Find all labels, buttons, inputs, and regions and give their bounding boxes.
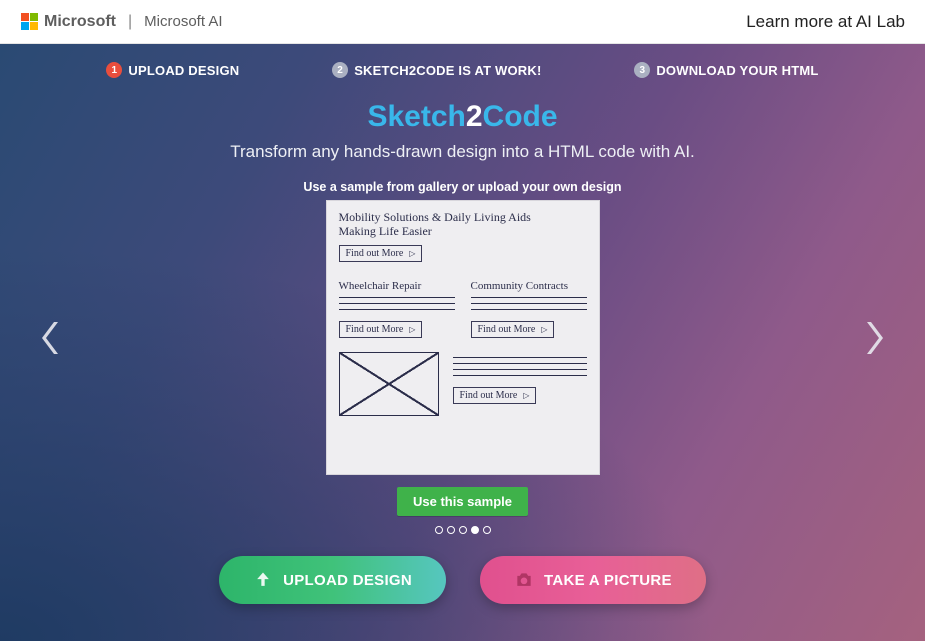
chevron-right-icon xyxy=(859,320,887,356)
carousel-next-button[interactable] xyxy=(859,320,887,356)
carousel-dot[interactable] xyxy=(435,526,443,534)
action-buttons: UPLOAD DESIGN TAKE A PICTURE xyxy=(0,556,925,604)
sketch-col2-heading: Community Contracts xyxy=(471,280,587,292)
upload-icon xyxy=(253,570,273,590)
hero-section: 1 UPLOAD DESIGN 2 SKETCH2CODE IS AT WORK… xyxy=(0,44,925,641)
chevron-left-icon xyxy=(38,320,66,356)
sketch-heading-line2: Making Life Easier xyxy=(339,225,587,239)
step-upload[interactable]: 1 UPLOAD DESIGN xyxy=(106,62,239,78)
step-label: DOWNLOAD YOUR HTML xyxy=(656,63,818,78)
sketch-cta-2: Find out More▷ xyxy=(339,321,423,338)
carousel-dot[interactable] xyxy=(447,526,455,534)
top-bar: Microsoft | Microsoft AI Learn more at A… xyxy=(0,0,925,44)
carousel-prev-button[interactable] xyxy=(38,320,66,356)
sketch-image-placeholder-icon xyxy=(339,352,439,416)
take-picture-button[interactable]: TAKE A PICTURE xyxy=(480,556,706,604)
carousel-dot[interactable] xyxy=(459,526,467,534)
title-part-3: Code xyxy=(483,100,558,133)
steps-row: 1 UPLOAD DESIGN 2 SKETCH2CODE IS AT WORK… xyxy=(0,44,925,86)
learn-more-link[interactable]: Learn more at AI Lab xyxy=(746,12,905,32)
subtitle: Transform any hands-drawn design into a … xyxy=(0,142,925,162)
step-download[interactable]: 3 DOWNLOAD YOUR HTML xyxy=(634,62,818,78)
carousel-dot[interactable] xyxy=(471,526,479,534)
sketch-cta-3: Find out More▷ xyxy=(471,321,555,338)
sketch-cta-1: Find out More▷ xyxy=(339,245,423,262)
sample-sketch-image[interactable]: Mobility Solutions & Daily Living Aids M… xyxy=(326,200,600,475)
camera-label: TAKE A PICTURE xyxy=(544,572,672,589)
step-working[interactable]: 2 SKETCH2CODE IS AT WORK! xyxy=(332,62,541,78)
carousel-dot[interactable] xyxy=(483,526,491,534)
microsoft-logo-icon xyxy=(20,13,38,31)
page-title: Sketch2Code xyxy=(0,100,925,134)
brand-subname[interactable]: Microsoft AI xyxy=(144,13,222,30)
upload-label: UPLOAD DESIGN xyxy=(283,572,412,589)
step-label: SKETCH2CODE IS AT WORK! xyxy=(354,63,541,78)
upload-design-button[interactable]: UPLOAD DESIGN xyxy=(219,556,446,604)
sample-carousel: Mobility Solutions & Daily Living Aids M… xyxy=(0,200,925,475)
step-number-badge: 1 xyxy=(106,62,122,78)
brand-divider: | xyxy=(128,13,132,31)
brand-name[interactable]: Microsoft xyxy=(44,13,116,31)
step-number-badge: 3 xyxy=(634,62,650,78)
sketch-col1-heading: Wheelchair Repair xyxy=(339,280,455,292)
carousel-dots xyxy=(0,526,925,534)
use-sample-button[interactable]: Use this sample xyxy=(397,487,528,516)
sketch-cta-4: Find out More▷ xyxy=(453,387,537,404)
title-part-1: Sketch xyxy=(367,100,465,133)
gallery-hint: Use a sample from gallery or upload your… xyxy=(0,180,925,194)
brand-group: Microsoft | Microsoft AI xyxy=(20,13,223,31)
camera-icon xyxy=(514,570,534,590)
step-number-badge: 2 xyxy=(332,62,348,78)
title-part-2: 2 xyxy=(466,100,483,133)
sketch-heading-line1: Mobility Solutions & Daily Living Aids xyxy=(339,211,587,225)
step-label: UPLOAD DESIGN xyxy=(128,63,239,78)
